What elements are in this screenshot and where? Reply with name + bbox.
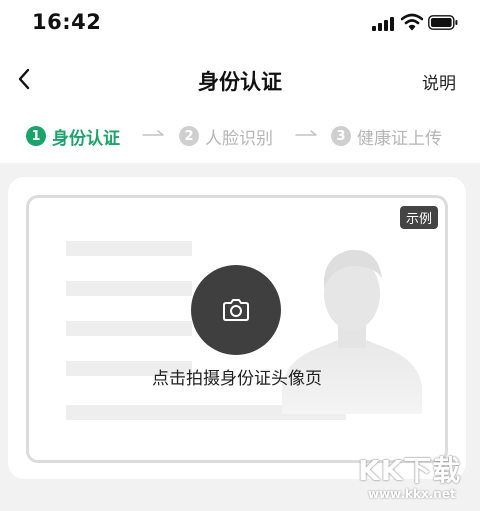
placeholder-line — [66, 281, 192, 296]
step-number: 3 — [331, 126, 351, 146]
placeholder-line — [66, 241, 192, 256]
step-number: 1 — [26, 126, 46, 146]
id-card-frame[interactable]: 示例 点击拍摄身份证头像页 — [26, 195, 448, 463]
step-number: 2 — [179, 126, 199, 146]
battery-icon — [428, 15, 458, 30]
step-indicator: 1 身份认证 2 人脸识别 3 健康证上传 — [0, 118, 480, 154]
status-bar: 16:42 — [0, 0, 480, 50]
camera-button[interactable] — [191, 265, 281, 355]
step-health-cert-upload: 3 健康证上传 — [331, 122, 442, 150]
signal-icon — [372, 16, 396, 31]
step-id-verification: 1 身份认证 — [26, 122, 120, 150]
wifi-icon — [401, 13, 423, 31]
main-area: 示例 点击拍摄身份证头像页 — [0, 163, 480, 511]
step-label: 身份认证 — [52, 128, 120, 149]
status-time: 16:42 — [32, 10, 102, 34]
help-link[interactable]: 说明 — [422, 69, 456, 94]
step-label: 健康证上传 — [357, 128, 442, 149]
capture-hint: 点击拍摄身份证头像页 — [152, 369, 322, 389]
camera-icon — [223, 299, 249, 321]
step-face-recognition: 2 人脸识别 — [179, 122, 273, 150]
arrow-right-icon — [295, 130, 317, 136]
nav-bar: 身份认证 说明 — [0, 55, 480, 105]
id-capture-card: 示例 点击拍摄身份证头像页 — [8, 177, 466, 479]
placeholder-line — [66, 321, 192, 336]
example-badge: 示例 — [399, 206, 438, 229]
arrow-right-icon — [142, 130, 164, 136]
step-label: 人脸识别 — [205, 128, 273, 149]
page-title: 身份认证 — [198, 70, 282, 94]
